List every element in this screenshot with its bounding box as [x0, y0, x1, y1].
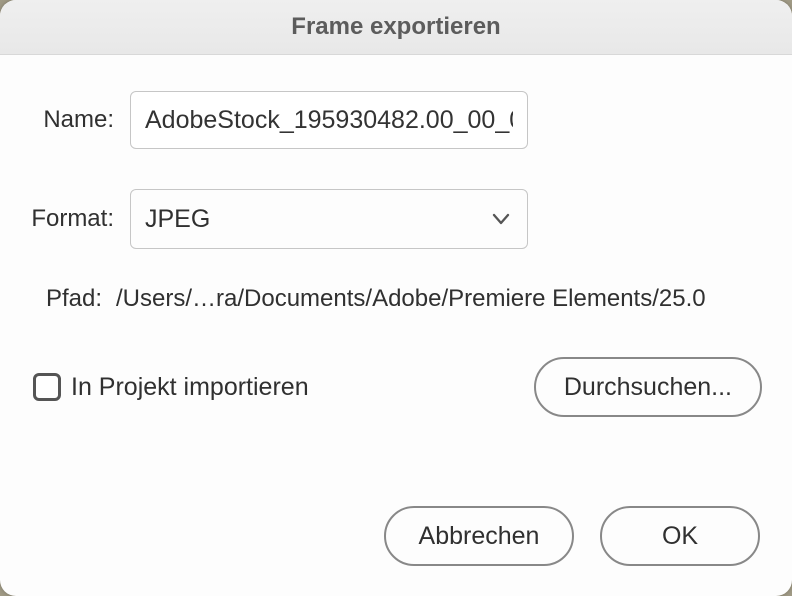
export-frame-dialog: Frame exportieren Name: Format: JPEG Pfa…	[0, 0, 792, 596]
dialog-footer: Abbrechen OK	[384, 506, 760, 566]
ok-button-label: OK	[662, 522, 698, 551]
row-import: In Projekt importieren Durchsuchen...	[30, 357, 762, 417]
format-label: Format:	[30, 205, 130, 233]
row-format: Format: JPEG	[30, 189, 762, 249]
name-label: Name:	[30, 106, 130, 134]
chevron-down-icon	[491, 209, 511, 229]
dialog-titlebar: Frame exportieren	[0, 0, 792, 55]
cancel-button-label: Abbrechen	[419, 522, 540, 551]
format-select[interactable]: JPEG	[130, 189, 528, 249]
ok-button[interactable]: OK	[600, 506, 760, 566]
cancel-button[interactable]: Abbrechen	[384, 506, 574, 566]
browse-button-label: Durchsuchen...	[564, 373, 732, 402]
row-path: Pfad: /Users/…ra/Documents/Adobe/Premier…	[30, 285, 762, 313]
import-checkbox[interactable]	[33, 373, 61, 401]
dialog-content: Name: Format: JPEG Pfad: /Users/…ra/Docu…	[0, 55, 792, 417]
format-selected-value: JPEG	[145, 205, 210, 234]
browse-button[interactable]: Durchsuchen...	[534, 357, 762, 417]
import-checkbox-label: In Projekt importieren	[71, 373, 534, 402]
dialog-title: Frame exportieren	[291, 13, 500, 41]
path-value: /Users/…ra/Documents/Adobe/Premiere Elem…	[116, 285, 706, 313]
row-name: Name:	[30, 91, 762, 149]
path-label: Pfad:	[30, 285, 116, 313]
name-input[interactable]	[130, 91, 528, 149]
